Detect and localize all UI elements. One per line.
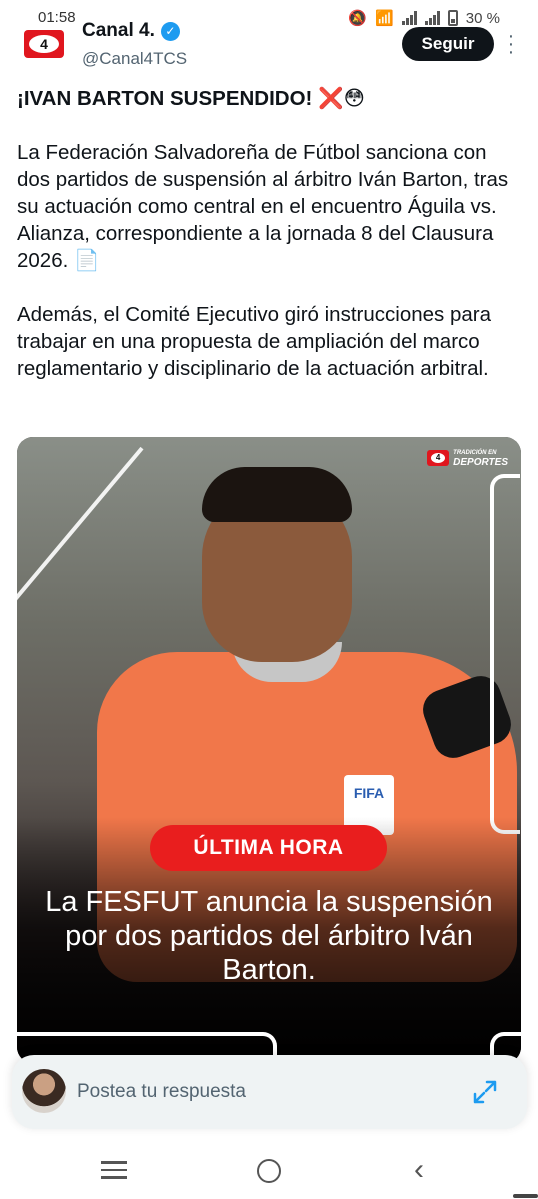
document-icon: 📄 [74,249,100,272]
brand-logo-text: 4 [431,453,446,463]
flushed-face-icon: 😳 [343,87,365,110]
breaking-news-badge: ÚLTIMA HORA [150,825,387,871]
image-headline: La FESFUT anuncia la suspensión por dos … [45,886,493,986]
verified-badge-icon: ✓ [160,21,180,41]
brand-logo-icon: 4 [427,450,450,466]
signal-icon [401,11,417,25]
brand-text: TRADICIÓN EN DEPORTES [453,448,508,468]
battery-level: 30 % [465,9,500,27]
tweet-text: ¡IVAN BARTON SUSPENDIDO! ❌😳 La Federació… [17,85,522,409]
status-time: 01:58 [38,9,76,26]
brand-line-2: DEPORTES [453,457,508,468]
tweet-title-line: ¡IVAN BARTON SUSPENDIDO! ❌😳 [17,85,522,112]
recent-apps-icon[interactable] [101,1161,127,1179]
cross-mark-icon: ❌ [318,87,344,110]
user-avatar [22,1069,66,1113]
mute-icon: 🔕 [348,10,368,27]
tweet-title: ¡IVAN BARTON SUSPENDIDO! [17,87,313,110]
wifi-icon: 📶 [375,10,394,27]
reply-composer[interactable]: Postea tu respuesta [12,1055,527,1129]
author-avatar[interactable]: 4 [24,30,64,58]
media-brand-logo: 4 TRADICIÓN EN DEPORTES [427,448,508,468]
expand-icon[interactable] [471,1078,499,1106]
referee-hair [202,467,352,522]
author-name[interactable]: Canal 4. [82,20,155,42]
follow-button[interactable]: Seguir [402,27,494,61]
avatar-logo-text: 4 [29,35,59,53]
author-handle[interactable]: @Canal4TCS [82,49,187,69]
status-icons: 🔕 📶 30 % [348,9,500,28]
tweet-image[interactable]: FIFA 4 TRADICIÓN EN DEPORTES ÚLTIMA HORA… [17,437,521,1063]
home-icon[interactable] [257,1159,281,1183]
tweet-paragraph-2: Además, el Comité Ejecutivo giró instruc… [17,303,491,380]
nav-handle [513,1194,538,1198]
decorative-frame-right [490,474,520,834]
reply-input[interactable]: Postea tu respuesta [77,1081,246,1103]
author-name-row[interactable]: Canal 4. ✓ [82,20,180,42]
tweet-paragraph-1: La Federación Salvadoreña de Fútbol sanc… [17,139,522,274]
more-options-icon[interactable]: · · · [505,26,517,62]
back-icon[interactable]: ‹ [414,1155,434,1185]
signal-icon-2 [424,11,440,25]
battery-icon [447,10,458,26]
system-nav-bar: ‹ [0,1140,538,1199]
